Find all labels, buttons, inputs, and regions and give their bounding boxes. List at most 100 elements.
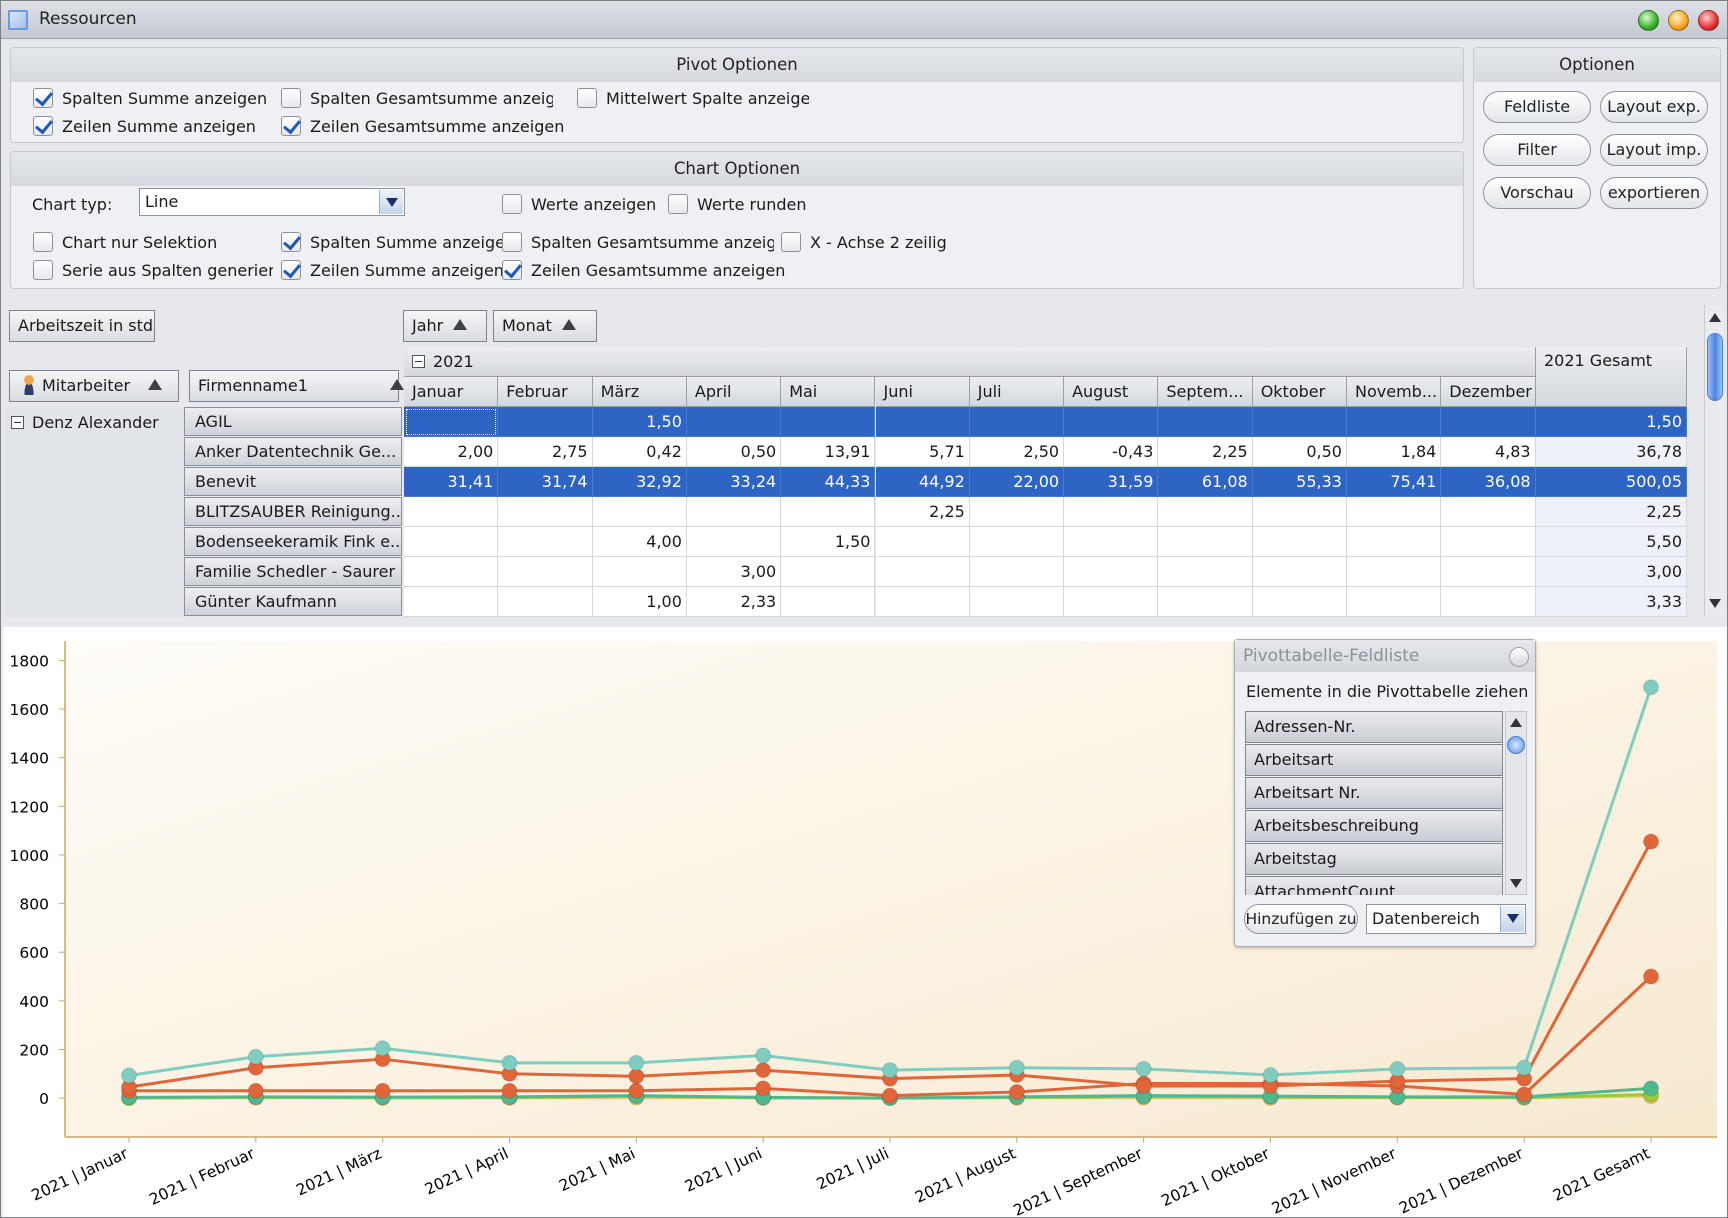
sort-ascending-icon[interactable]: [389, 379, 404, 390]
row-label[interactable]: Benevit: [184, 467, 402, 496]
chart-opt-spalten-gesamtsumme[interactable]: Spalten Gesamtsumme anzeige: [502, 230, 774, 254]
value-cell[interactable]: 75,41: [1347, 467, 1442, 497]
maximize-button[interactable]: [1638, 10, 1659, 31]
row-label[interactable]: BLITZSAUBER Reinigung...: [184, 497, 402, 526]
checkbox-icon[interactable]: [33, 232, 53, 252]
data-point[interactable]: [628, 1054, 645, 1071]
value-cell[interactable]: [1158, 497, 1253, 527]
chart-opt-nur-selektion[interactable]: Chart nur Selektion: [33, 230, 273, 254]
checkbox-icon[interactable]: [781, 232, 801, 252]
checkbox-icon[interactable]: [281, 116, 301, 136]
chevron-down-icon[interactable]: [1500, 906, 1524, 932]
layout-export-button[interactable]: Layout exp.: [1600, 91, 1708, 123]
month-header[interactable]: Mai: [781, 377, 876, 407]
chart-type-select[interactable]: Line: [139, 188, 405, 216]
grid-scrollbar[interactable]: [1704, 305, 1724, 616]
value-cell[interactable]: 4,83: [1441, 437, 1536, 467]
month-header[interactable]: Juli: [969, 377, 1065, 407]
month-header[interactable]: Oktober: [1252, 377, 1347, 407]
value-cell[interactable]: [404, 497, 499, 527]
value-cell[interactable]: 22,00: [969, 467, 1065, 497]
value-cell[interactable]: [969, 497, 1065, 527]
pivot-opt-spalten-gesamtsumme[interactable]: Spalten Gesamtsumme anzeige: [281, 86, 553, 110]
data-point[interactable]: [1262, 1067, 1279, 1083]
field-item[interactable]: AttachmentCount: [1245, 876, 1503, 895]
feldliste-button[interactable]: Feldliste: [1483, 91, 1591, 123]
value-cell[interactable]: 2,33: [686, 587, 782, 617]
value-cell[interactable]: [498, 527, 593, 557]
chart-opt-spalten-summe[interactable]: Spalten Summe anzeigen: [281, 230, 511, 254]
sort-ascending-icon[interactable]: [453, 319, 468, 330]
scroll-up-icon[interactable]: [1709, 313, 1721, 322]
checkbox-icon[interactable]: [668, 194, 688, 214]
month-header[interactable]: Februar: [498, 377, 593, 407]
data-point[interactable]: [882, 1062, 898, 1079]
value-cell[interactable]: 13,91: [781, 437, 876, 467]
month-header[interactable]: März: [592, 377, 687, 407]
value-cell[interactable]: [592, 557, 687, 587]
close-button[interactable]: [1698, 10, 1719, 31]
data-point[interactable]: [1008, 1084, 1025, 1101]
row-field-firmenname[interactable]: Firmenname1: [189, 370, 404, 402]
value-cell[interactable]: [1441, 557, 1536, 587]
row-total-cell[interactable]: 3,00: [1536, 557, 1687, 587]
value-cell[interactable]: [1347, 587, 1442, 617]
value-cell[interactable]: [969, 527, 1065, 557]
value-cell[interactable]: 31,59: [1064, 467, 1159, 497]
value-cell[interactable]: -0,43: [1064, 437, 1159, 467]
value-cell[interactable]: [875, 407, 970, 437]
value-cell[interactable]: 2,75: [498, 437, 593, 467]
value-cell[interactable]: [1158, 557, 1253, 587]
row-label[interactable]: Familie Schedler - Saurer: [184, 557, 402, 586]
scroll-thumb[interactable]: [1507, 736, 1525, 754]
value-cell[interactable]: [404, 587, 499, 617]
value-cell[interactable]: [1158, 527, 1253, 557]
data-point[interactable]: [374, 1082, 391, 1099]
exportieren-button[interactable]: exportieren: [1600, 177, 1708, 209]
value-cell[interactable]: [1064, 557, 1159, 587]
value-cell[interactable]: 1,84: [1347, 437, 1442, 467]
month-header[interactable]: August: [1064, 377, 1159, 407]
value-cell[interactable]: 1,00: [592, 587, 687, 617]
value-cell[interactable]: [1252, 497, 1347, 527]
value-cell[interactable]: [1347, 557, 1442, 587]
chart-opt-werte-runden[interactable]: Werte runden: [668, 192, 818, 216]
checkbox-icon[interactable]: [502, 232, 522, 252]
month-header[interactable]: April: [686, 377, 782, 407]
value-cell[interactable]: [404, 527, 499, 557]
employee-label[interactable]: Denz Alexander: [11, 413, 159, 432]
row-label[interactable]: Anker Datentechnik Ge...: [184, 437, 402, 466]
title-bar[interactable]: Ressourcen: [1, 1, 1727, 39]
checkbox-icon[interactable]: [33, 260, 53, 280]
value-cell[interactable]: [969, 407, 1065, 437]
data-point[interactable]: [755, 1047, 772, 1064]
data-point[interactable]: [1643, 1080, 1659, 1097]
data-point[interactable]: [1135, 1060, 1152, 1077]
month-header[interactable]: Dezember: [1441, 377, 1536, 407]
value-cell[interactable]: [1064, 497, 1159, 527]
filter-button[interactable]: Filter: [1483, 134, 1591, 166]
value-cell[interactable]: [781, 587, 876, 617]
checkbox-icon[interactable]: [33, 88, 53, 108]
value-cell[interactable]: [969, 557, 1065, 587]
value-cell[interactable]: [1441, 407, 1536, 437]
data-point[interactable]: [628, 1082, 645, 1099]
value-cell[interactable]: [1441, 587, 1536, 617]
chevron-down-icon[interactable]: [379, 190, 403, 214]
row-total-cell[interactable]: 1,50: [1536, 407, 1687, 437]
checkbox-icon[interactable]: [33, 116, 53, 136]
checkbox-icon[interactable]: [281, 260, 301, 280]
value-cell[interactable]: [1252, 557, 1347, 587]
field-item[interactable]: Arbeitsart Nr.: [1245, 777, 1503, 809]
value-cell[interactable]: [686, 407, 782, 437]
vorschau-button[interactable]: Vorschau: [1483, 177, 1591, 209]
value-cell[interactable]: 32,92: [592, 467, 687, 497]
field-item[interactable]: Arbeitsart: [1245, 744, 1503, 776]
value-cell[interactable]: 0,50: [686, 437, 782, 467]
data-point[interactable]: [628, 1068, 645, 1085]
column-field-jahr[interactable]: Jahr: [403, 310, 487, 342]
pivot-opt-mittelwert[interactable]: Mittelwert Spalte anzeige: [577, 86, 809, 110]
data-point[interactable]: [1643, 679, 1659, 696]
checkbox-icon[interactable]: [577, 88, 597, 108]
data-point[interactable]: [247, 1082, 264, 1099]
